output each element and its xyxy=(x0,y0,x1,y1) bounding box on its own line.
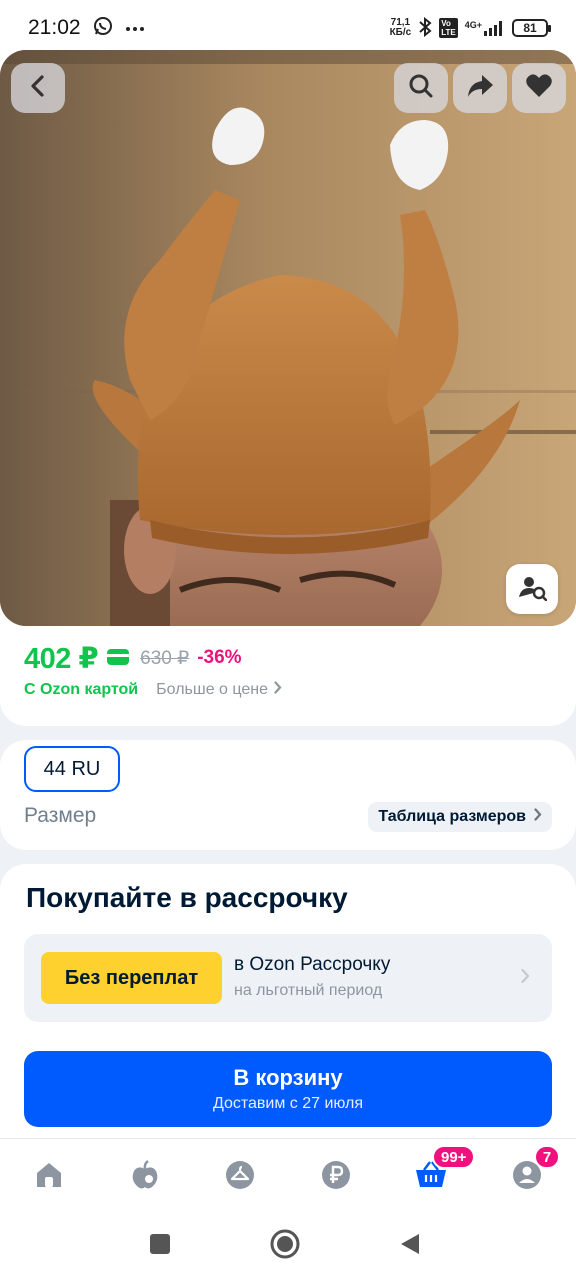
installment-line1: в Ozon Рассрочку xyxy=(234,954,391,975)
delivery-date: Доставим с 27 июля xyxy=(212,1095,364,1112)
share-icon xyxy=(466,73,494,104)
search-button[interactable] xyxy=(394,63,448,113)
price-discount: -36% xyxy=(197,647,242,668)
installment-title: Покупайте в рассрочку xyxy=(26,882,348,913)
add-to-cart-button[interactable]: В корзину Доставим с 27 июля xyxy=(24,1051,552,1127)
price-current: 402 ₽ xyxy=(24,642,99,675)
nav-home[interactable] xyxy=(29,1157,69,1197)
price-sub-row: С Ozon картой Больше о цене xyxy=(24,678,282,702)
fresh-apple-icon xyxy=(130,1159,160,1195)
image-search-icon xyxy=(517,573,548,606)
battery-indicator: 81 xyxy=(512,19,551,37)
cart-area: В корзину Доставим с 27 июля xyxy=(0,1040,576,1140)
signal-icon: 4G+ xyxy=(465,20,505,36)
more-dots-icon xyxy=(125,19,145,37)
product-image[interactable] xyxy=(0,50,576,626)
home-icon xyxy=(34,1161,64,1194)
recents-button[interactable] xyxy=(142,1228,178,1264)
search-icon xyxy=(408,73,434,104)
nav-fresh[interactable] xyxy=(125,1157,165,1197)
hanger-icon xyxy=(225,1160,255,1195)
size-table-label: Таблица размеров xyxy=(378,808,526,825)
home-button[interactable] xyxy=(267,1228,303,1264)
installment-card: Покупайте в рассрочку Без переплат в Ozo… xyxy=(0,864,576,1064)
whatsapp-icon xyxy=(93,16,113,41)
system-nav-bar xyxy=(0,1210,576,1280)
volte-icon: Vo LTE xyxy=(439,18,458,38)
bluetooth-icon xyxy=(418,16,432,40)
add-to-cart-label: В корзину xyxy=(233,1065,343,1090)
triangle-back-icon xyxy=(399,1232,421,1261)
network-label: 4G+ xyxy=(464,20,482,30)
price-row: 402 ₽ 630 ₽ -36% xyxy=(24,640,242,676)
circle-icon xyxy=(269,1228,301,1265)
installment-offer[interactable]: Без переплат в Ozon Рассрочку на льготны… xyxy=(24,934,552,1022)
chevron-right-icon xyxy=(521,968,530,989)
status-left: 21:02 xyxy=(28,16,145,41)
size-label: Размер xyxy=(24,804,97,827)
no-overpay-badge: Без переплат xyxy=(41,952,222,1004)
bottom-nav: 99+ 7 xyxy=(0,1138,576,1210)
installment-line2: на льготный период xyxy=(234,982,383,999)
size-card: 44 RU Размер Таблица размеров xyxy=(0,740,576,850)
status-bar: 21:02 71,1 КБ/с Vo LTE 4G+ 81 xyxy=(0,0,576,56)
system-back-button[interactable] xyxy=(392,1228,428,1264)
chevron-right-icon xyxy=(534,808,542,826)
share-button[interactable] xyxy=(453,63,507,113)
net-speed-unit: КБ/с xyxy=(389,27,412,38)
chevron-left-icon xyxy=(28,74,48,103)
net-speed: 71,1 КБ/с xyxy=(390,18,412,38)
ozon-card-label: С Ozon картой xyxy=(24,681,139,698)
more-price-link[interactable]: Больше о цене xyxy=(156,681,282,699)
find-similar-button[interactable] xyxy=(506,564,558,614)
size-table-button[interactable]: Таблица размеров xyxy=(368,802,552,832)
chevron-right-icon xyxy=(274,681,282,699)
nav-catalog[interactable] xyxy=(220,1157,260,1197)
price-old: 630 ₽ xyxy=(140,647,190,669)
status-right: 71,1 КБ/с Vo LTE 4G+ 81 xyxy=(390,16,551,40)
cart-count-badge: 99+ xyxy=(432,1145,476,1169)
size-option-chip[interactable]: 44 RU xyxy=(24,746,120,792)
status-time: 21:02 xyxy=(28,16,81,39)
more-price-label: Больше о цене xyxy=(156,681,268,698)
favorite-button[interactable] xyxy=(512,63,566,113)
profile-count-badge: 7 xyxy=(534,1145,560,1169)
ozon-card-icon xyxy=(106,648,130,671)
back-button[interactable] xyxy=(11,63,65,113)
square-icon xyxy=(149,1233,171,1260)
nav-finance[interactable] xyxy=(316,1157,356,1197)
heart-icon xyxy=(525,73,553,104)
ruble-icon xyxy=(321,1160,351,1195)
